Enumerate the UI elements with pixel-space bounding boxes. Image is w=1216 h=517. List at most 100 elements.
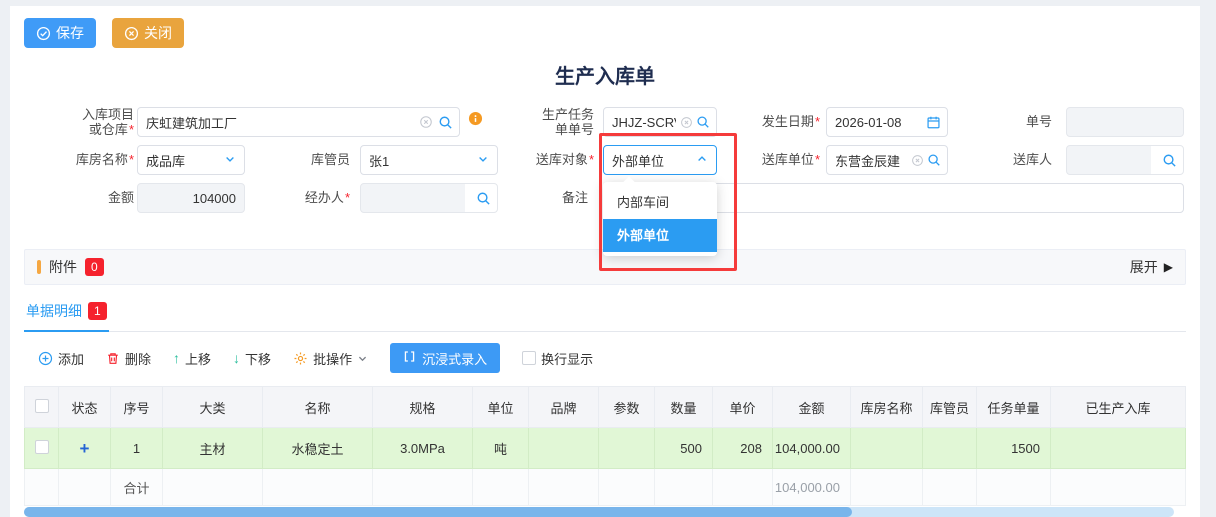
row-spec-cell: 3.0MPa [373, 428, 473, 469]
row-task-qty-cell: 1500 [977, 428, 1051, 469]
required-mark: * [129, 122, 134, 137]
expand-button[interactable]: 展开 ▶ [1130, 257, 1173, 277]
tab-detail[interactable]: 单据明细 1 [24, 297, 109, 332]
delivery-target-dropdown: 内部车间 外部单位 [603, 182, 717, 256]
task-no-field [603, 107, 717, 137]
row-brand-cell [529, 428, 599, 469]
delivery-target-select[interactable]: 外部单位 [603, 145, 717, 175]
row-unit-cell: 吨 [473, 428, 529, 469]
row-qty-cell: 500 [655, 428, 713, 469]
keeper-field: 张1 [360, 145, 498, 175]
scrollbar-thumb[interactable] [24, 507, 852, 517]
row-amount-cell: 104,000.00 [773, 428, 851, 469]
dropdown-option-internal[interactable]: 内部车间 [603, 186, 717, 219]
row-price-cell: 208 [713, 428, 773, 469]
total-amount-cell: 104,000.00 [773, 469, 851, 506]
delivery-target-label: 送库对象* [520, 145, 594, 175]
task-no-label: 生产任务 单单号 [524, 107, 594, 137]
gear-icon [293, 351, 308, 366]
section-marker [37, 260, 41, 274]
row-category-cell: 主材 [163, 428, 263, 469]
arrow-down-icon: ↓ [233, 350, 240, 366]
col-param: 参数 [599, 387, 655, 428]
clear-icon[interactable] [419, 115, 433, 129]
col-spec: 规格 [373, 387, 473, 428]
close-button[interactable]: 关闭 [112, 18, 184, 48]
clear-icon[interactable] [911, 154, 924, 167]
brackets-icon [403, 350, 416, 366]
page-title: 生产入库单 [24, 60, 1186, 89]
amount-label: 金额 [52, 183, 134, 213]
row-produced-cell [1051, 428, 1186, 469]
detail-table: 状态 序号 大类 名称 规格 单位 品牌 参数 数量 单价 金额 库房名称 库管… [24, 386, 1186, 506]
batch-operation-button[interactable]: 批操作 [293, 349, 368, 368]
dropdown-option-external[interactable]: 外部单位 [603, 219, 717, 252]
doc-no-label: 单号 [990, 107, 1052, 137]
triangle-right-icon: ▶ [1164, 260, 1173, 274]
col-seq: 序号 [111, 387, 163, 428]
detail-toolbar: 添加 删除 ↑ 上移 ↓ 下移 批操作 沉浸式录入 换行显示 [24, 340, 1186, 376]
search-icon[interactable] [696, 115, 710, 129]
chevron-down-icon [357, 353, 368, 364]
handler-field [360, 183, 498, 213]
row-status-cell: + [59, 428, 111, 469]
select-all-header [25, 387, 59, 428]
calendar-icon[interactable] [926, 115, 941, 130]
col-category: 大类 [163, 387, 263, 428]
col-produced: 已生产入库 [1051, 387, 1186, 428]
search-icon[interactable] [438, 115, 453, 130]
warehouse-select[interactable]: 成品库 [137, 145, 245, 175]
project-label: 入库项目 或仓库* [52, 107, 134, 137]
header-form: 入库项目 或仓库* 生产任务 单单号 发生日期* [24, 103, 1186, 235]
search-icon[interactable] [927, 153, 941, 167]
row-select-cell [25, 428, 59, 469]
plus-icon[interactable]: + [80, 439, 90, 458]
search-icon[interactable] [1162, 153, 1177, 168]
required-mark: * [345, 190, 350, 205]
clear-icon[interactable] [680, 116, 693, 129]
move-up-button[interactable]: ↑ 上移 [173, 349, 211, 368]
save-button[interactable]: 保存 [24, 18, 96, 48]
delivery-person-label: 送库人 [990, 145, 1052, 175]
trash-icon [106, 351, 120, 366]
select-all-checkbox[interactable] [35, 399, 49, 413]
doc-no-field [1066, 107, 1184, 137]
table-header-row: 状态 序号 大类 名称 规格 单位 品牌 参数 数量 单价 金额 库房名称 库管… [25, 387, 1186, 428]
doc-no-input[interactable] [1066, 107, 1184, 137]
col-unit: 单位 [473, 387, 529, 428]
chevron-down-icon [477, 153, 489, 168]
wrap-display-toggle[interactable]: 换行显示 [522, 349, 593, 368]
expand-label: 展开 [1130, 257, 1158, 277]
required-mark: * [129, 152, 134, 167]
attachment-count-badge: 0 [85, 258, 104, 276]
horizontal-scrollbar [24, 507, 1174, 517]
row-keeper-cell [923, 428, 977, 469]
delete-row-button[interactable]: 删除 [106, 349, 151, 368]
immersive-entry-button[interactable]: 沉浸式录入 [390, 343, 500, 373]
add-row-button[interactable]: 添加 [38, 349, 84, 368]
info-icon[interactable] [468, 111, 483, 131]
chevron-down-icon [224, 153, 236, 168]
tab-detail-label: 单据明细 [26, 301, 82, 321]
col-brand: 品牌 [529, 387, 599, 428]
keeper-select[interactable]: 张1 [360, 145, 498, 175]
move-down-button[interactable]: ↓ 下移 [233, 349, 271, 368]
delivery-person-field [1066, 145, 1184, 175]
project-input[interactable] [137, 107, 460, 137]
total-row: 合计 104,000.00 [25, 469, 1186, 506]
table-row[interactable]: + 1 主材 水稳定土 3.0MPa 吨 500 208 104,000.00 … [25, 428, 1186, 469]
delivery-unit-label: 送库单位* [740, 145, 820, 175]
col-name: 名称 [263, 387, 373, 428]
row-checkbox[interactable] [35, 440, 49, 454]
checkbox-icon[interactable] [522, 351, 536, 365]
col-keeper: 库管员 [923, 387, 977, 428]
plus-circle-icon [38, 351, 53, 366]
row-name-cell: 水稳定土 [263, 428, 373, 469]
action-bar: 保存 关闭 [24, 18, 1186, 48]
col-task-qty: 任务单量 [977, 387, 1051, 428]
check-circle-icon [36, 26, 51, 41]
x-circle-icon [124, 26, 139, 41]
date-label: 发生日期* [740, 107, 820, 137]
required-mark: * [589, 152, 594, 167]
search-icon[interactable] [476, 191, 491, 206]
